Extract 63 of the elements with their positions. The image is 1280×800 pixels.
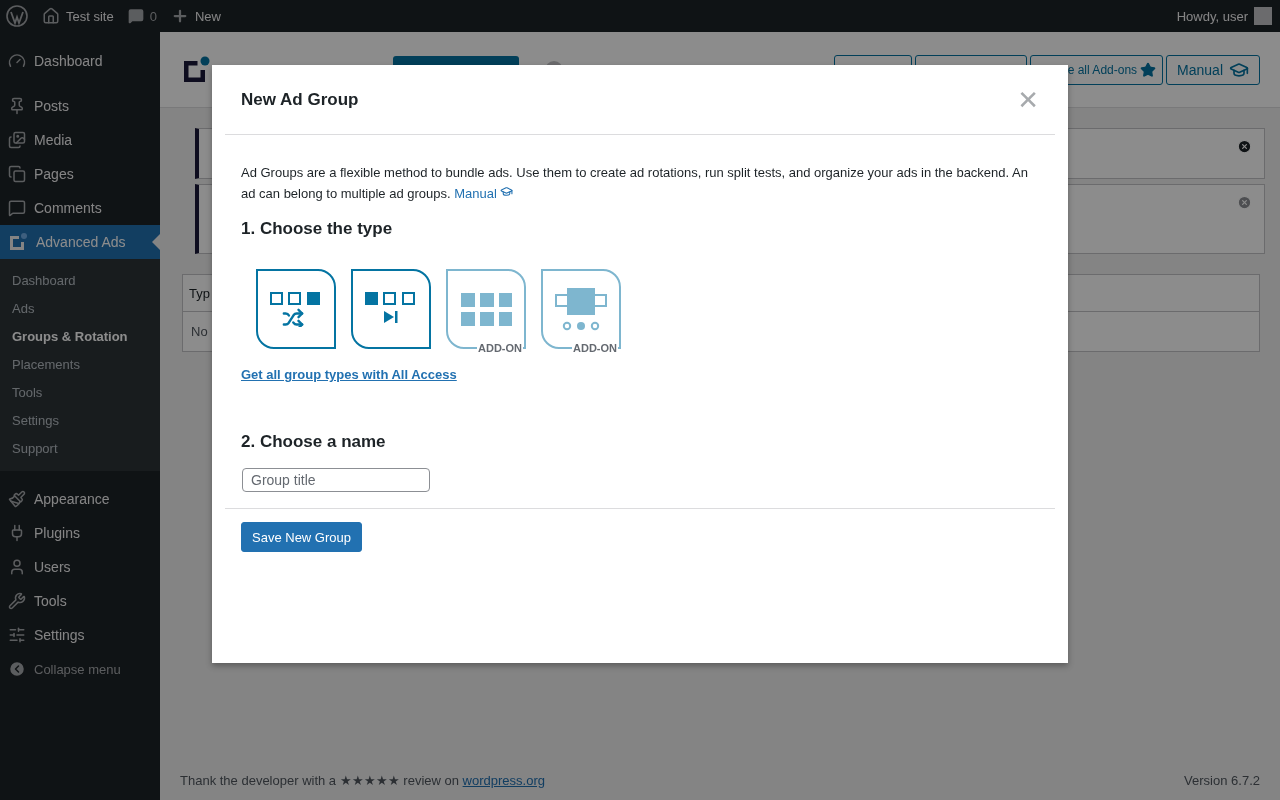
wordpress-link[interactable]: wordpress.org	[462, 773, 545, 788]
user-icon	[8, 558, 26, 576]
manual-link[interactable]: Manual	[454, 186, 514, 201]
menu-item[interactable]: Settings	[0, 618, 160, 652]
section-heading: 1. Choose the type	[241, 219, 394, 239]
menu-item[interactable]: Media	[0, 123, 160, 157]
collapse-icon	[8, 660, 26, 678]
account-link[interactable]: Howdy, user	[1176, 7, 1272, 25]
manual-button[interactable]: Manual	[1166, 54, 1260, 85]
addon-label: ADD-ON	[477, 342, 523, 354]
sliders-icon	[8, 626, 26, 644]
menu-item[interactable]: Dashboard	[0, 44, 160, 78]
graduation-cap-icon	[500, 185, 514, 198]
section-heading: 2. Choose a name	[241, 432, 387, 452]
save-button[interactable]: Save New Group	[241, 522, 362, 552]
intro-text: Ad Groups are a flexible method to bundle ads. Use them to create ad rotations, run split tests, and organize your ads in the backend. An ad can belong to multiple ad groups. Manual	[241, 164, 1029, 203]
slider-icon	[555, 287, 607, 331]
type-option[interactable]	[351, 269, 431, 349]
logo-icon	[181, 54, 211, 85]
squares-shuffle-icon	[270, 291, 322, 327]
footer-text: Thank the developer with a ★★★★★ review on wordpress.org	[180, 773, 545, 788]
close-icon[interactable]	[1237, 195, 1252, 210]
submenu-item[interactable]: Support	[0, 434, 160, 462]
collapse-menu-button[interactable]: Collapse menu	[0, 652, 160, 686]
upgrade-link[interactable]: Get all group types with All Access	[241, 367, 457, 382]
menu-item[interactable]: Appearance	[0, 482, 160, 516]
table-cell: No	[191, 324, 208, 339]
menu-item[interactable]: Posts	[0, 89, 160, 123]
menu-item[interactable]: Pages	[0, 157, 160, 191]
submenu-item[interactable]: Dashboard	[0, 266, 160, 294]
submenu-item[interactable]: Groups & Rotation	[0, 322, 160, 350]
menu-item[interactable]: Advanced Ads	[0, 225, 160, 259]
submenu-item[interactable]: Placements	[0, 350, 160, 378]
addon-label: ADD-ON	[572, 342, 618, 354]
submenu-item[interactable]: Settings	[0, 406, 160, 434]
submenu-item[interactable]: Ads	[0, 294, 160, 322]
brush-icon	[8, 490, 26, 508]
logo-icon	[8, 232, 28, 252]
modal-title: New Ad Group	[241, 89, 359, 110]
group-title-field[interactable]: Group title	[242, 468, 430, 492]
submenu-item[interactable]: Tools	[0, 378, 160, 406]
menu-item[interactable]: Tools	[0, 584, 160, 618]
menu-item[interactable]: Comments	[0, 191, 160, 225]
wordpress-logo-icon[interactable]	[6, 5, 28, 27]
close-icon[interactable]	[1237, 139, 1252, 154]
grid-icon	[460, 292, 512, 326]
new-link[interactable]: New	[170, 7, 221, 25]
site-link[interactable]: Test site	[42, 7, 114, 25]
wrench-icon	[8, 592, 26, 610]
type-option[interactable]	[256, 269, 336, 349]
avatar-icon	[1254, 7, 1272, 25]
speech-bubble-icon	[127, 8, 144, 24]
pin-icon	[8, 97, 26, 115]
speech-bubble-icon	[8, 199, 26, 217]
version-text: Version 6.7.2	[1184, 773, 1260, 788]
pages-icon	[8, 165, 26, 183]
gauge-icon	[8, 52, 26, 70]
comments-link[interactable]: 0	[127, 8, 157, 24]
menu-item[interactable]: Users	[0, 550, 160, 584]
star-icon	[1140, 61, 1157, 78]
images-icon	[8, 131, 26, 149]
home-icon	[42, 7, 60, 25]
menu-item[interactable]: Plugins	[0, 516, 160, 550]
